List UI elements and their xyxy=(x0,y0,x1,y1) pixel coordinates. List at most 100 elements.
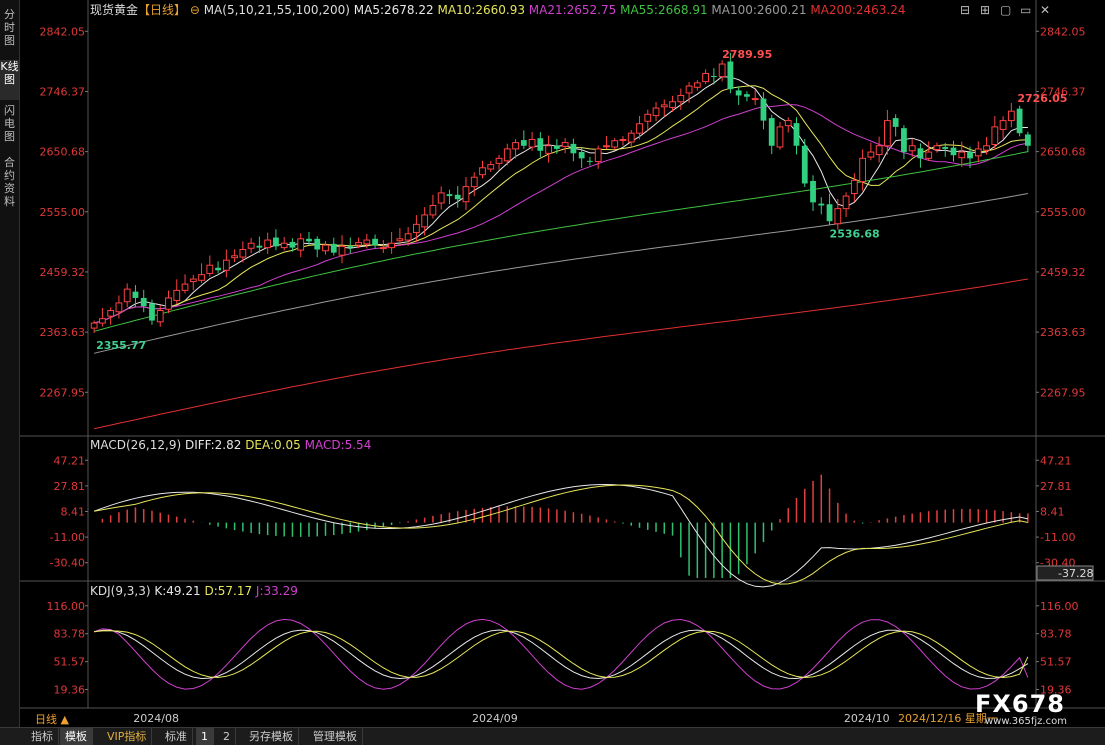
candle-body-down xyxy=(801,145,808,184)
y-tick-label-right: 2459.32 xyxy=(1040,266,1086,279)
macd-dea-line xyxy=(94,484,1029,585)
candle-body-down xyxy=(132,291,139,298)
candle-body-down xyxy=(587,160,593,162)
y-tick-label-right: 27.81 xyxy=(1040,480,1072,493)
candle-body-down xyxy=(347,246,354,248)
candle-body-up xyxy=(421,214,429,228)
sidebar-tab-0[interactable]: 分时图 xyxy=(0,8,19,56)
candle-body-up xyxy=(974,148,982,157)
restore-icon[interactable]: ▭ xyxy=(1020,3,1031,17)
candle-body-up xyxy=(619,138,627,141)
candle-body-down xyxy=(537,138,544,151)
candle-body-up xyxy=(627,132,635,143)
macd-dea: DEA:0.05 xyxy=(245,438,304,452)
candle-body-up xyxy=(123,288,131,303)
brand-url: www.365fjz.com xyxy=(985,716,1067,727)
candle-body-down xyxy=(570,143,577,154)
price-annotation: 2789.95 xyxy=(722,48,772,61)
y-tick-label-right: 116.00 xyxy=(1040,600,1079,613)
candle-body-up xyxy=(925,151,933,159)
candle-body-up xyxy=(512,142,519,150)
candle-body-up xyxy=(189,278,197,283)
sidebar-tab-3[interactable]: 合约资料 xyxy=(0,156,19,212)
candle-body-up xyxy=(983,145,990,151)
kdj-d-line xyxy=(94,630,1029,679)
candle-body-down xyxy=(520,140,527,146)
kdj-header: KDJ(9,3,3) K:49.21 D:57.17 J:33.29 xyxy=(90,584,298,598)
candle-body-down xyxy=(149,303,155,321)
candle-body-down xyxy=(330,243,337,253)
candle-body-down xyxy=(727,61,734,90)
y-tick-label-right: 2842.05 xyxy=(1040,25,1086,38)
candle-body-down xyxy=(578,152,585,159)
candle-body-down xyxy=(967,152,973,159)
candle-body-down xyxy=(306,238,312,242)
window-icon[interactable]: ▢ xyxy=(1000,3,1011,17)
sidebar: 分时图 K线图闪电图合约资料 xyxy=(0,0,20,727)
candle-body-down xyxy=(810,180,816,203)
y-tick-label-right: 51.57 xyxy=(1040,656,1072,669)
candle-body-up xyxy=(495,157,503,164)
candle-body-up xyxy=(850,179,858,195)
y-tick-label-left: 47.21 xyxy=(54,454,86,467)
y-tick-label-right: -11.00 xyxy=(1040,531,1075,544)
candle-body-up xyxy=(875,145,883,156)
bottom-tab-4[interactable]: 1 xyxy=(196,728,214,745)
candle-body-up xyxy=(297,238,305,251)
candle-body-up xyxy=(338,245,346,256)
chart-header: 现货黄金【日线】 ⊖ MA(5,10,21,55,100,200) MA5:26… xyxy=(90,2,906,17)
candle-body-up xyxy=(669,101,676,108)
sidebar-tab-1[interactable]: K线图 xyxy=(0,60,19,100)
candle-body-down xyxy=(372,238,378,246)
minimize-icon[interactable]: ⊟ xyxy=(960,3,970,17)
bottom-tab-6[interactable]: 另存模板 xyxy=(244,728,299,745)
y-tick-label-left: 2650.68 xyxy=(40,146,86,159)
kdj-label: KDJ(9,3,3) xyxy=(90,584,154,598)
candle-body-up xyxy=(594,148,602,162)
bottom-tab-5[interactable]: 2 xyxy=(218,728,236,745)
ma-value-1: MA10:2660.93 xyxy=(437,3,528,17)
candle-body-up xyxy=(702,72,709,83)
y-tick-label-left: -30.40 xyxy=(50,557,85,570)
sidebar-tab-2[interactable]: 闪电图 xyxy=(0,104,19,152)
bottom-tab-1[interactable]: 模板 xyxy=(60,728,93,745)
candle-body-up xyxy=(958,151,966,159)
y-tick-label-right: 2555.00 xyxy=(1040,206,1086,219)
bottom-tab-3[interactable]: 标准 xyxy=(160,728,193,745)
candle-body-up xyxy=(908,145,916,152)
instrument-name: 现货黄金 xyxy=(90,2,138,17)
candle-body-up xyxy=(413,223,420,234)
period-button[interactable]: 日线 ▲ xyxy=(30,711,74,728)
candle-body-up xyxy=(718,63,726,78)
candle-body-up xyxy=(247,242,255,249)
candle-body-down xyxy=(314,238,321,250)
y-tick-label-left: 27.81 xyxy=(54,480,86,493)
candle-body-up xyxy=(379,247,387,250)
candle-body-up xyxy=(280,242,288,249)
candle-body-down xyxy=(735,90,742,96)
candle-body-up xyxy=(867,151,875,158)
candle-body-up xyxy=(991,126,999,145)
x-tick-label: 2024/08 xyxy=(133,712,179,725)
candle-body-up xyxy=(776,126,784,148)
close-icon[interactable]: ✕ xyxy=(1040,3,1050,17)
ma-label: MA(5,10,21,55,100,200) xyxy=(204,3,354,17)
candle-body-down xyxy=(256,245,263,248)
candle-body-up xyxy=(90,322,98,329)
macd-current-value: -37.28 xyxy=(1058,567,1093,580)
bottom-tab-2[interactable]: VIP指标 xyxy=(102,728,153,745)
candle-body-down xyxy=(446,194,453,197)
bottom-tab-7[interactable]: 管理模板 xyxy=(308,728,363,745)
candle-body-up xyxy=(388,242,395,249)
bottom-tab-0[interactable]: 指标 xyxy=(26,728,59,745)
candle-body-up xyxy=(115,302,123,313)
price-annotation: 2536.68 xyxy=(830,227,880,240)
y-tick-label-left: -11.00 xyxy=(50,531,85,544)
candle-body-down xyxy=(760,98,767,121)
candle-body-up xyxy=(660,104,668,108)
candle-body-up xyxy=(479,167,486,176)
y-tick-label-left: 2746.37 xyxy=(40,85,86,98)
expand-icon[interactable]: ⊞ xyxy=(980,3,990,17)
candle-body-up xyxy=(636,123,643,134)
chart-canvas[interactable]: 2842.05 2842.052746.37 2746.372650.68 2650.… xyxy=(20,0,1105,727)
